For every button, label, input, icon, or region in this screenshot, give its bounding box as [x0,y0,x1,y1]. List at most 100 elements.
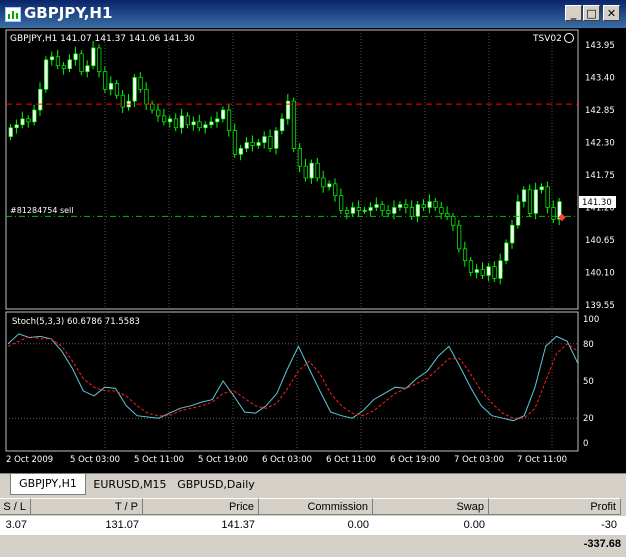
candle-body [516,201,521,226]
candle-body [108,83,114,90]
candle-body [85,65,90,72]
candle-body [533,189,538,214]
price-axis-label: 139.55 [585,301,615,311]
candle-body [462,248,468,262]
candle-body [138,77,143,90]
candle-body [433,201,438,208]
stoch-axis-label: 80 [583,340,594,350]
candle-body [291,100,297,149]
candle-body [179,115,184,129]
maximize-button[interactable]: □ [583,5,600,21]
candle-body [527,189,533,214]
time-axis-label: 5 Oct 11:00 [134,455,184,465]
candle-body [120,94,125,108]
candle-body [392,207,397,214]
candle-body [498,260,503,279]
candle-body [150,103,155,111]
candle-body [203,124,208,129]
candle-body [551,207,556,220]
candle-body [55,56,61,67]
candle-body [315,162,320,179]
candle-body [427,201,432,208]
candle-body [280,118,285,132]
candle-body [510,224,515,244]
candle-body [221,109,226,120]
candle-body [167,118,173,123]
candle-body [238,148,243,155]
candle-body [297,148,302,167]
candle-body [451,216,456,226]
candle-body [403,204,409,208]
candle-body [144,88,149,105]
candle-body [368,207,373,211]
cell-commission: 0.00 [347,519,369,531]
candle-body [232,130,238,155]
current-price-label: 141.30 [582,198,612,208]
chart-area[interactable]: GBPJPY,H1 141.07 141.37 141.06 141.30 TS… [0,28,626,473]
time-axis-label: 2 Oct 2009 [6,455,53,465]
tab-gbpusd-daily[interactable]: GBPUSD,Daily [174,476,258,493]
col-sl[interactable]: S / L [0,498,31,515]
minimize-button[interactable]: _ [565,5,582,21]
candle-body [474,269,479,273]
candle-body [156,109,161,117]
candle-body [61,65,66,69]
candle-body [173,118,179,129]
candle-body [91,47,96,67]
col-tp[interactable]: T / P [31,498,143,515]
tab-gbpjpy-h1[interactable]: GBPJPY,H1 [10,474,86,495]
candle-body [191,121,196,126]
close-button[interactable]: ✕ [603,5,620,21]
candle-body [539,186,544,191]
sell-arrow-icon: ◆ [558,212,566,223]
candle-body [103,71,108,90]
chart-tab-bar: GBPJPY,H1 EURUSD,M15 GBPUSD,Daily [0,473,626,496]
time-axis-label: 7 Oct 11:00 [517,455,567,465]
candle-body [421,204,426,208]
col-profit[interactable]: Profit [489,498,621,515]
cell-sl: 3.07 [5,519,27,531]
time-axis-label: 5 Oct 03:00 [70,455,120,465]
col-commission[interactable]: Commission [259,498,373,515]
candle-body [250,142,255,146]
candle-body [97,47,102,72]
time-axis-label: 7 Oct 03:00 [454,455,504,465]
candle-body [226,109,232,132]
price-axis-label: 143.95 [585,41,615,51]
candle-body [162,115,167,123]
candle-body [380,204,385,211]
col-swap[interactable]: Swap [373,498,489,515]
tab-eurusd-m15[interactable]: EURUSD,M15 [92,476,168,493]
candle-body [545,186,550,208]
candle-body [114,83,120,96]
candle-body [197,121,202,129]
candle-body [468,260,474,273]
candle-body [398,204,403,208]
price-chart[interactable]: GBPJPY,H1 141.07 141.37 141.06 141.30 TS… [0,28,626,473]
stoch-info-text: Stoch(5,3,3) 60.6786 71.5583 [12,317,140,327]
stoch-axis-label: 0 [583,439,588,449]
candle-body [356,207,361,211]
stoch-signal-line [7,335,579,419]
order-label: #81284754 sell [10,206,74,215]
total-profit: -337.68 [583,538,621,550]
candle-body [262,136,267,143]
candle-body [327,183,332,188]
candle-body [521,189,527,202]
candle-body [274,130,279,149]
candle-body [504,242,509,262]
candle-body [339,195,344,211]
candle-body [492,266,497,279]
col-price[interactable]: Price [143,498,259,515]
smiley-icon [564,33,574,43]
title-bar: GBPJPY,H1 _ □ ✕ [0,0,626,28]
candle-body [26,118,31,123]
candle-body [333,183,338,197]
table-row[interactable]: 3.07 131.07 141.37 0.00 0.00 -30 [0,516,626,535]
candle-body [321,177,326,188]
price-axis-label: 142.30 [585,139,615,149]
orders-table: S / L T / P Price Commission Swap Profit… [0,498,626,557]
candle-body [386,210,391,214]
candle-body [185,115,190,126]
candle-body [374,204,379,208]
